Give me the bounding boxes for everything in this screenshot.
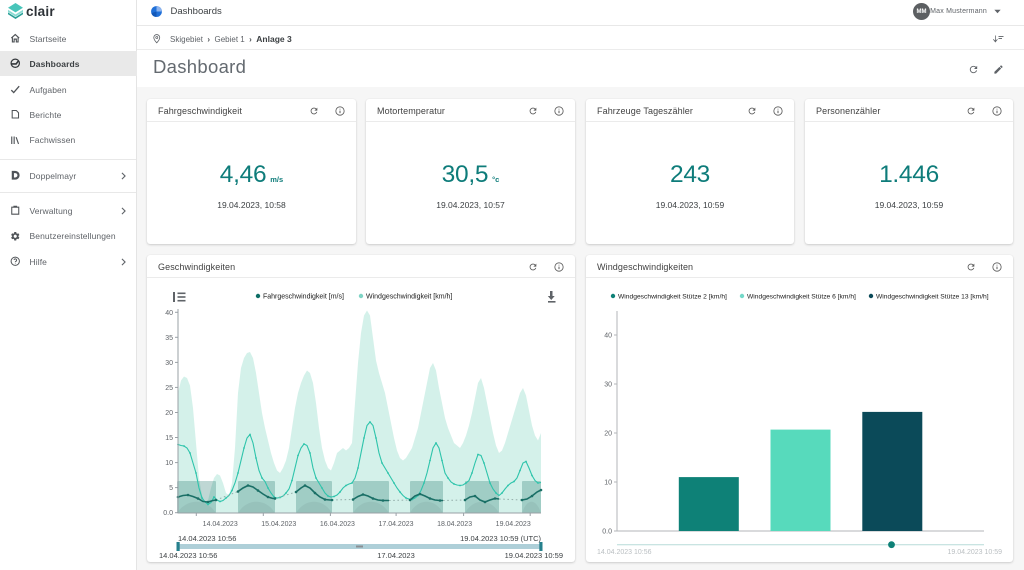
svg-text:Windgeschwindigkeit Stütze 6 [: Windgeschwindigkeit Stütze 6 [km/h] <box>747 293 856 300</box>
svg-text:14.04.2023: 14.04.2023 <box>203 521 238 528</box>
svg-text:19.04.2023 10:59: 19.04.2023 10:59 <box>948 549 1003 556</box>
svg-text:40: 40 <box>165 310 173 317</box>
svg-text:19.04.2023 10:59: 19.04.2023 10:59 <box>505 551 563 560</box>
svg-text:19.04.2023 10:59 (UTC): 19.04.2023 10:59 (UTC) <box>460 534 541 543</box>
svg-text:10: 10 <box>604 480 612 487</box>
svg-text:20: 20 <box>604 431 612 438</box>
svg-text:15.04.2023: 15.04.2023 <box>261 521 296 528</box>
svg-text:10: 10 <box>165 460 173 467</box>
svg-text:Windgeschwindigkeit [km/h]: Windgeschwindigkeit [km/h] <box>366 294 452 301</box>
svg-text:5: 5 <box>169 485 173 492</box>
svg-text:17.04.2023: 17.04.2023 <box>377 551 415 560</box>
svg-text:Windgeschwindigkeit Stütze 13: Windgeschwindigkeit Stütze 13 [km/h] <box>876 293 989 300</box>
svg-text:Windgeschwindigkeit Stütze 2 [: Windgeschwindigkeit Stütze 2 [km/h] <box>618 293 727 300</box>
svg-text:40: 40 <box>604 333 612 340</box>
svg-text:30: 30 <box>604 382 612 389</box>
svg-text:Fahrgeschwindigkeit [m/s]: Fahrgeschwindigkeit [m/s] <box>263 294 344 301</box>
svg-text:0.0: 0.0 <box>163 510 173 517</box>
svg-text:18.04.2023: 18.04.2023 <box>437 521 472 528</box>
svg-text:15: 15 <box>165 435 173 442</box>
svg-text:14.04.2023 10:56: 14.04.2023 10:56 <box>178 534 236 543</box>
svg-text:16.04.2023: 16.04.2023 <box>320 521 355 528</box>
svg-text:25: 25 <box>165 385 173 392</box>
svg-text:0.0: 0.0 <box>602 529 612 536</box>
svg-text:17.04.2023: 17.04.2023 <box>378 521 413 528</box>
svg-text:35: 35 <box>165 335 173 342</box>
svg-text:19.04.2023: 19.04.2023 <box>496 521 531 528</box>
svg-text:14.04.2023 10:56: 14.04.2023 10:56 <box>597 549 652 556</box>
svg-text:20: 20 <box>165 410 173 417</box>
svg-text:30: 30 <box>165 360 173 367</box>
svg-text:14.04.2023 10:56: 14.04.2023 10:56 <box>159 551 217 560</box>
